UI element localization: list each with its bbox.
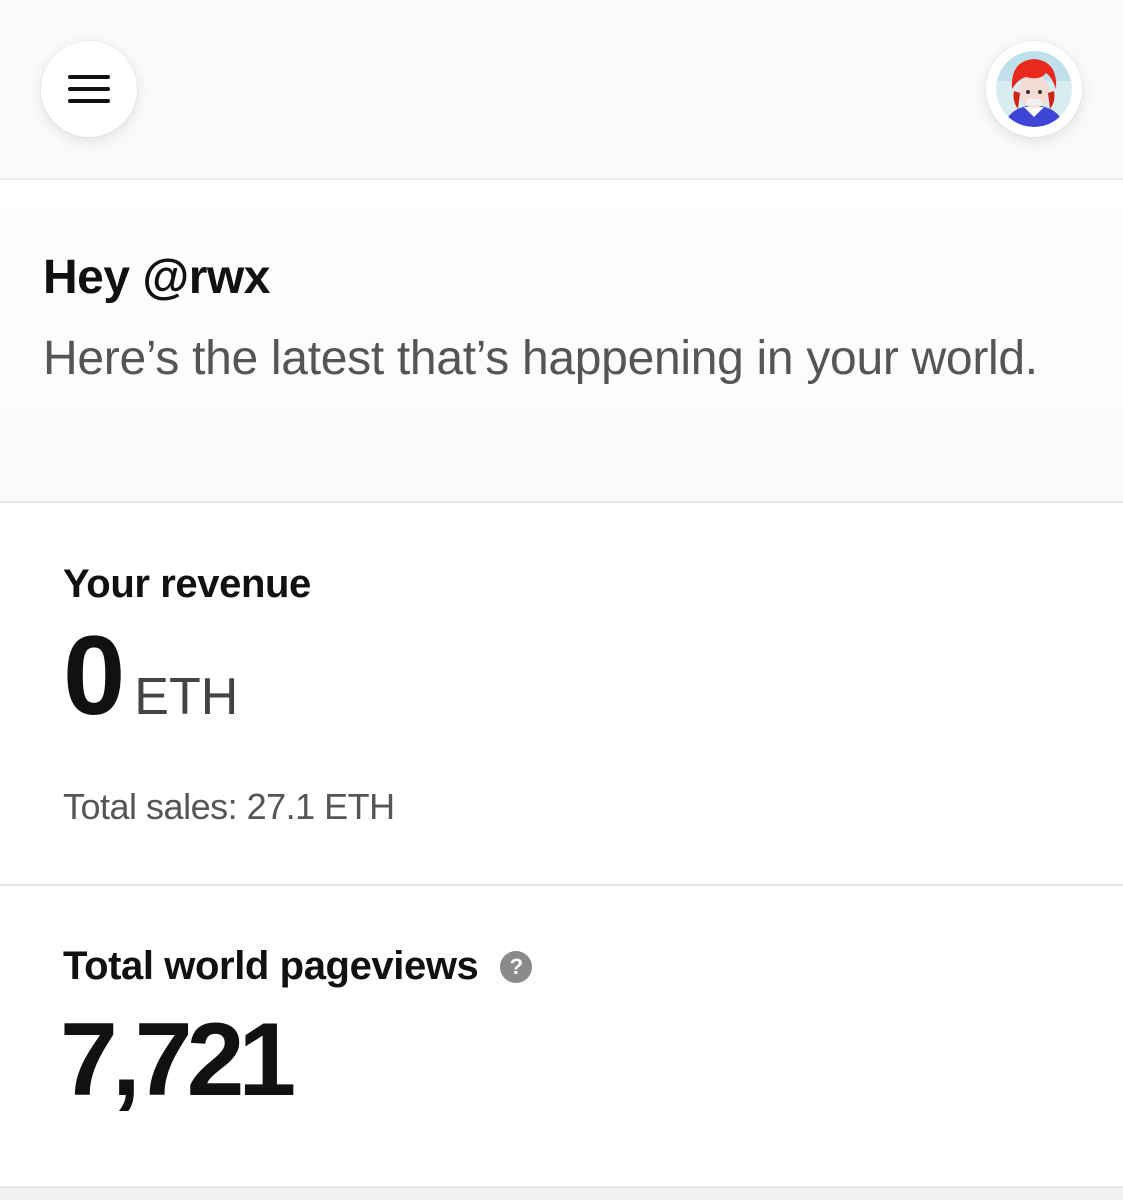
divider — [0, 501, 1123, 503]
pageviews-title: Total world pageviews — [63, 944, 479, 988]
revenue-value: 0 ETH — [63, 620, 238, 732]
greeting-subtitle: Here’s the latest that’s happening in yo… — [43, 332, 1038, 385]
bottom-divider — [0, 1186, 1123, 1200]
hamburger-menu-icon — [68, 75, 110, 103]
help-icon[interactable]: ? — [500, 950, 533, 983]
user-avatar-icon — [996, 51, 1072, 127]
dashboard-page: Hey @rwx Here’s the latest that’s happen… — [0, 0, 1123, 1200]
profile-button[interactable] — [986, 41, 1082, 137]
revenue-amount: 0 — [63, 613, 125, 738]
greeting-section: Hey @rwx Here’s the latest that’s happen… — [0, 182, 1123, 500]
top-bar — [0, 0, 1123, 180]
total-sales: Total sales: 27.1 ETH — [63, 786, 395, 827]
greeting-title: Hey @rwx — [43, 251, 270, 304]
revenue-title: Your revenue — [63, 562, 311, 606]
pageviews-value: 7,721 — [60, 1002, 296, 1118]
pageviews-title-row: Total world pageviews ? — [63, 944, 533, 989]
divider — [0, 884, 1123, 886]
menu-button[interactable] — [41, 41, 137, 137]
revenue-unit: ETH — [134, 668, 239, 726]
